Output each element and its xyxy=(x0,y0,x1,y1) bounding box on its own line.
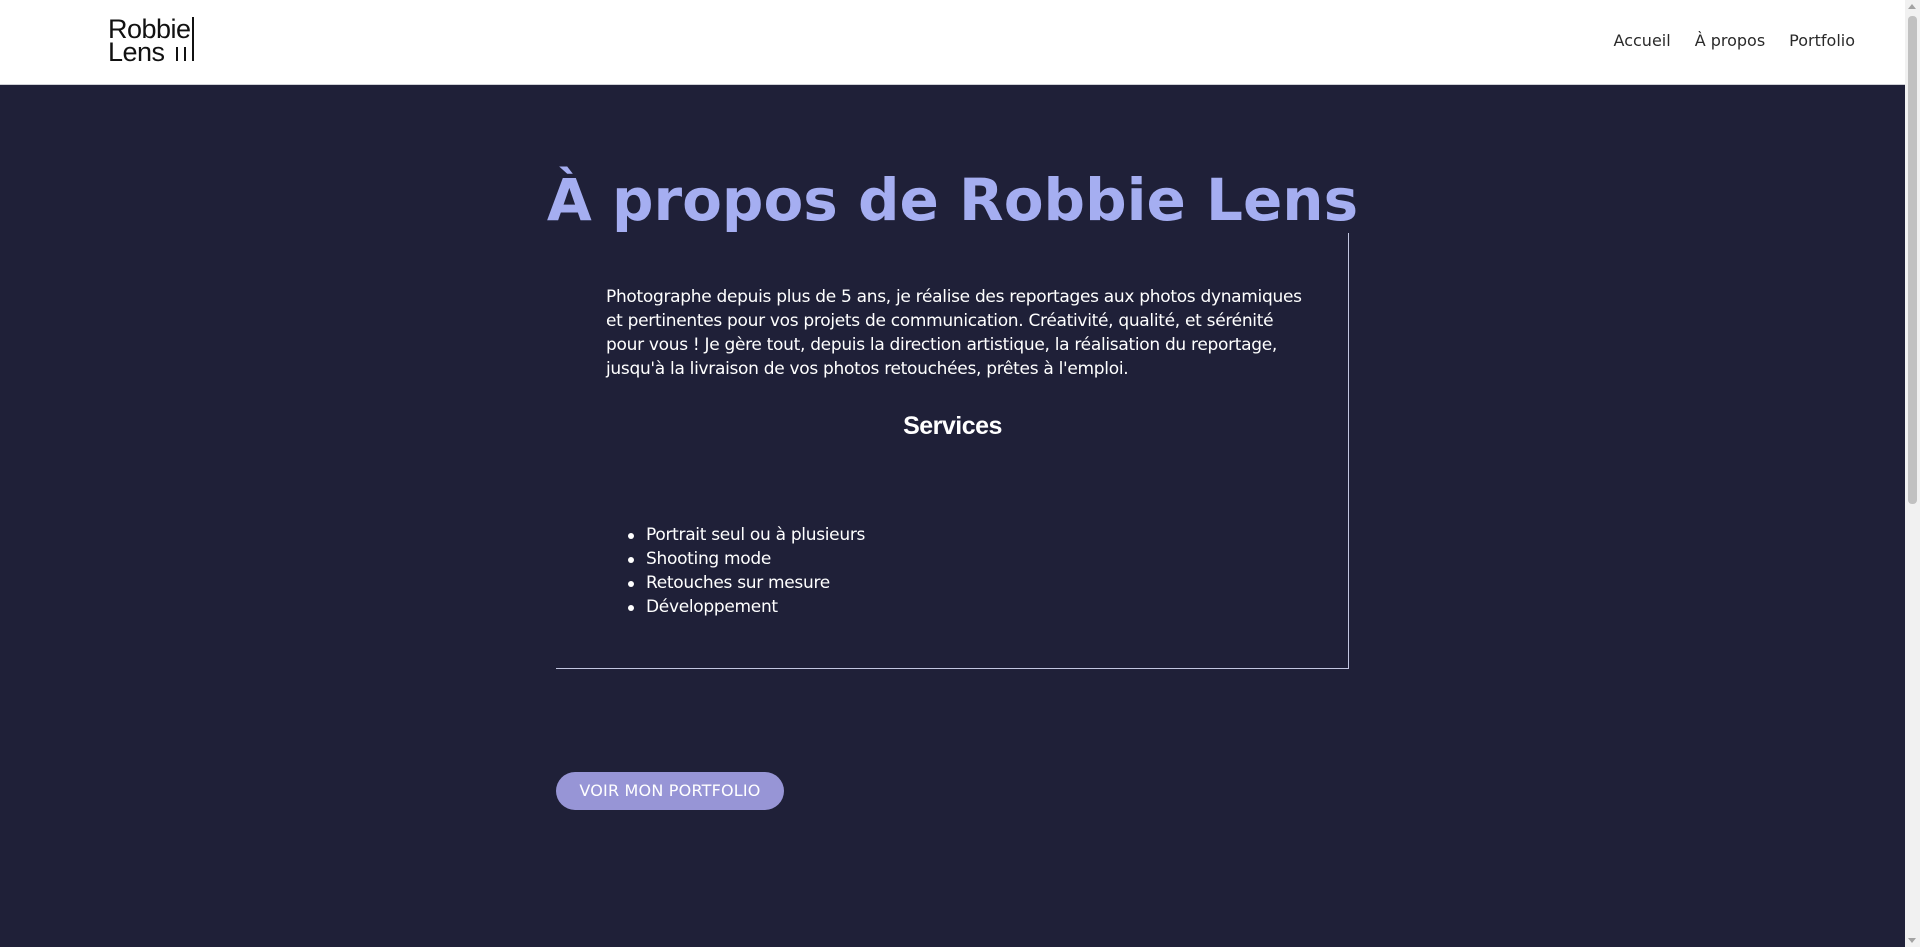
scrollbar-thumb[interactable] xyxy=(1908,16,1917,504)
logo-bar-decoration xyxy=(184,47,186,61)
nav-link-portfolio[interactable]: Portfolio xyxy=(1789,29,1855,53)
site-header: Robbie Lens Accueil À propos Portfolio xyxy=(0,0,1905,85)
scroll-up-arrow-icon[interactable] xyxy=(1908,4,1916,9)
service-item: Développement xyxy=(627,595,865,619)
services-list: Portrait seul ou à plusieurs Shooting mo… xyxy=(627,523,866,619)
vertical-scrollbar[interactable] xyxy=(1905,0,1920,947)
view-portfolio-button[interactable]: VOIR MON PORTFOLIO xyxy=(556,772,784,810)
service-item: Portrait seul ou à plusieurs xyxy=(627,525,866,545)
main-nav: Accueil À propos Portfolio xyxy=(1590,29,1855,53)
intro-paragraph: Photographe depuis plus de 5 ans, je réa… xyxy=(606,287,1302,379)
service-item: Shooting mode xyxy=(627,547,865,571)
site-logo[interactable]: Robbie Lens xyxy=(108,15,198,67)
nav-link-a-propos[interactable]: À propos xyxy=(1695,29,1765,53)
logo-bar-decoration xyxy=(192,17,194,61)
services-heading: Services xyxy=(903,412,1002,440)
page-title: À propos de Robbie Lens xyxy=(546,166,1359,234)
scroll-down-arrow-icon[interactable] xyxy=(1908,938,1916,943)
service-item: Retouches sur mesure xyxy=(627,571,865,595)
about-content-box: Photographe depuis plus de 5 ans, je réa… xyxy=(556,233,1349,669)
logo-text-line2: Lens xyxy=(108,37,165,67)
nav-link-accueil[interactable]: Accueil xyxy=(1614,29,1671,53)
page-viewport: Robbie Lens Accueil À propos Portfolio À… xyxy=(0,0,1905,947)
logo-bar-decoration xyxy=(176,47,178,61)
